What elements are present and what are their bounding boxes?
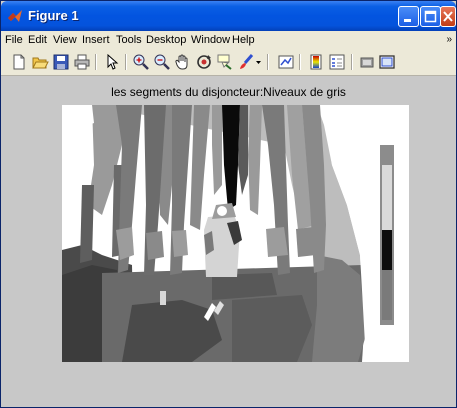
- plot-title: les segments du disjoncteur:Niveaux de g…: [111, 85, 346, 99]
- matlab-logo-icon: [8, 10, 22, 22]
- toolbar-separator: [299, 54, 301, 70]
- new-figure-icon[interactable]: [10, 53, 28, 71]
- toolbar-separator: [125, 54, 127, 70]
- zoom-out-icon[interactable]: [153, 53, 171, 71]
- open-file-icon[interactable]: [31, 53, 49, 71]
- show-plot-tools-icon[interactable]: [378, 53, 396, 71]
- minimize-button[interactable]: [398, 6, 419, 27]
- brush-dropdown-icon[interactable]: [254, 53, 263, 71]
- figure-toolbar: [1, 49, 456, 76]
- menu-edit[interactable]: Edit: [28, 34, 47, 46]
- toolbar-separator: [95, 54, 97, 70]
- menu-view[interactable]: View: [53, 34, 77, 46]
- title-bar[interactable]: Figure 1: [1, 1, 456, 31]
- menu-window[interactable]: Window: [191, 34, 230, 46]
- menu-overflow-chevron[interactable]: »: [446, 34, 452, 45]
- maximize-button[interactable]: [420, 6, 441, 27]
- close-icon: [443, 11, 453, 22]
- print-figure-icon[interactable]: [73, 53, 91, 71]
- close-button[interactable]: [440, 6, 456, 27]
- zoom-in-icon[interactable]: [132, 53, 150, 71]
- window-title: Figure 1: [28, 8, 79, 23]
- hide-plot-tools-icon[interactable]: [358, 53, 376, 71]
- menu-file[interactable]: File: [5, 34, 23, 46]
- data-cursor-icon[interactable]: [216, 53, 234, 71]
- toolbar-separator: [351, 54, 353, 70]
- brush-icon[interactable]: [237, 53, 255, 71]
- rotate-3d-icon[interactable]: [195, 53, 213, 71]
- toolbar-separator: [267, 54, 269, 70]
- menu-insert[interactable]: Insert: [82, 34, 110, 46]
- minimize-icon: [404, 19, 411, 22]
- menu-help[interactable]: Help: [232, 34, 255, 46]
- save-figure-icon[interactable]: [52, 53, 70, 71]
- menu-tools[interactable]: Tools: [116, 34, 142, 46]
- grayscale-image[interactable]: [62, 105, 409, 362]
- figure-window: Figure 1 File Edit View Insert Tools Des…: [0, 0, 457, 408]
- menu-bar: File Edit View Insert Tools Desktop Wind…: [1, 31, 456, 49]
- menu-desktop[interactable]: Desktop: [146, 34, 186, 46]
- insert-legend-icon[interactable]: [328, 53, 346, 71]
- link-plot-icon[interactable]: [277, 53, 295, 71]
- insert-colorbar-icon[interactable]: [307, 53, 325, 71]
- pan-hand-icon[interactable]: [174, 53, 192, 71]
- edit-plot-arrow-icon[interactable]: [103, 53, 121, 71]
- maximize-icon: [424, 10, 437, 23]
